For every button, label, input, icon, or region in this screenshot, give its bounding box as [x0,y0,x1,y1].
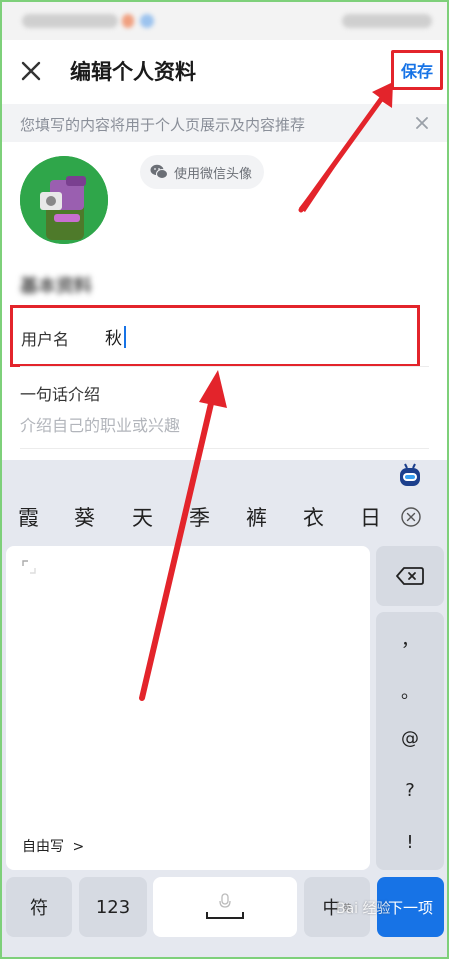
candidate-item[interactable]: 葵 [74,502,95,532]
punctuation-key[interactable]: 。 [376,678,444,704]
close-candidates-icon[interactable] [400,506,422,528]
intro-label: 一句话介绍 [20,385,101,404]
wechat-avatar-label: 使用微信头像 [174,166,253,182]
wechat-icon [150,164,168,179]
username-value: 秋 [105,329,122,349]
save-button[interactable]: 保存 [391,50,443,90]
banner-text: 您填写的内容将用于个人页展示及内容推荐 [20,116,306,134]
status-bar [0,0,449,40]
app-header: 编辑个人资料 保存 [0,40,449,104]
handwriting-pad[interactable]: 自由写 > [6,546,370,870]
status-time-blurred [22,14,118,28]
space-voice-key[interactable] [153,877,297,937]
keyboard-assistant-icon[interactable] [398,462,422,488]
candidate-item[interactable]: 裤 [246,502,267,532]
symbols-key[interactable]: 符 [6,877,72,937]
punctuation-key[interactable]: ! [376,832,444,853]
info-banner: 您填写的内容将用于个人页展示及内容推荐 [0,104,449,142]
status-notification-icon [122,14,134,28]
status-app-icon [140,14,154,28]
avatar[interactable] [20,156,108,244]
divider [20,366,429,367]
candidate-item[interactable]: 日 [360,502,381,532]
section-heading: 基本资料 [20,276,92,297]
handwriting-keyboard: 霞 葵 天 季 裤 衣 日 自由写 > ， 。 @ ? ! 符 123 中 英 … [0,460,449,959]
candidate-item[interactable]: 衣 [303,502,324,532]
banner-close-icon[interactable] [414,115,430,131]
backspace-icon [396,567,424,585]
candidate-item[interactable]: 天 [132,502,153,532]
punctuation-key[interactable]: @ [376,728,444,749]
numbers-key[interactable]: 123 [79,877,147,937]
space-bar-icon [206,912,244,919]
annotation-arrow-to-username-head [199,370,227,408]
divider [20,448,429,449]
page-title: 编辑个人资料 [70,60,196,84]
username-field-row[interactable]: 用户名 秋 [10,305,420,367]
free-write-label: 自由写 [22,839,64,855]
avatar-image [20,156,108,244]
text-caret [124,325,126,348]
expand-corner-icon[interactable] [22,560,36,574]
keyboard-side-column: ， 。 @ ? ! [376,546,444,870]
candidate-item[interactable]: 霞 [18,502,39,532]
close-icon[interactable] [20,60,42,82]
intro-input[interactable]: 介绍自己的职业或兴趣 [20,412,180,436]
chevron-right-icon: > [72,839,85,855]
use-wechat-avatar-button[interactable]: 使用微信头像 [140,155,264,189]
candidate-bar: 霞 葵 天 季 裤 衣 日 [0,498,449,538]
username-input[interactable]: 秋 [105,324,126,349]
punctuation-key[interactable]: ， [376,626,444,652]
username-label: 用户名 [21,330,70,349]
watermark-text: Bai 经验 [336,901,391,917]
candidate-item[interactable]: 季 [189,502,210,532]
backspace-key[interactable] [376,546,444,606]
punctuation-panel: ， 。 @ ? ! [376,612,444,870]
punctuation-key[interactable]: ? [376,780,444,801]
status-indicators-blurred [342,14,432,28]
microphone-icon [219,893,231,908]
free-write-button[interactable]: 自由写 > [22,836,84,856]
